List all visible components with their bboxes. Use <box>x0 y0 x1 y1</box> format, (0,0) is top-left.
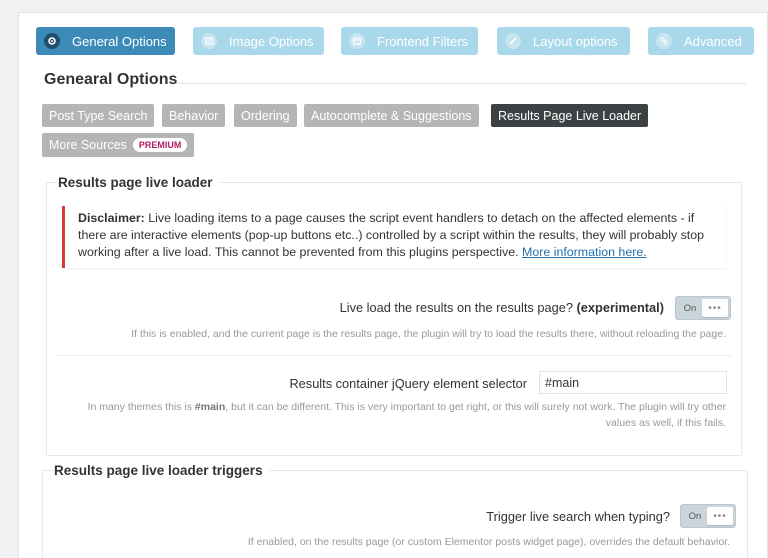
toggle-knob: ••• <box>702 299 728 317</box>
disclaimer-notice: Disclaimer: Live loading items to a page… <box>62 206 726 268</box>
tab-advanced[interactable]: Advanced <box>648 27 754 55</box>
trigger-typing-label: Trigger live search when typing? <box>486 509 670 524</box>
image-icon <box>201 33 217 49</box>
tab-label: Image Options <box>229 33 314 49</box>
filter-icon <box>349 33 365 49</box>
divider <box>56 355 732 356</box>
subtab-post-type-search[interactable]: Post Type Search <box>42 104 155 127</box>
trigger-typing-description: If enabled, on the results page (or cust… <box>247 536 730 548</box>
subtab-label: Behavior <box>169 108 219 123</box>
tab-frontend-filters[interactable]: Frontend Filters <box>341 27 478 55</box>
tab-general-options[interactable]: General Options <box>36 27 175 55</box>
tab-label: Frontend Filters <box>377 33 469 49</box>
selector-description: In many themes this is #main, but it can… <box>60 399 726 431</box>
divider <box>176 83 746 84</box>
toggle-state: On <box>688 510 702 522</box>
trigger-typing-toggle[interactable]: On ••• <box>680 504 736 528</box>
subtab-label: Results Page Live Loader <box>498 108 642 123</box>
subtab-ordering[interactable]: Ordering <box>234 104 297 127</box>
live-load-label: Live load the results on the results pag… <box>340 300 664 315</box>
disclaimer-label: Disclaimer: <box>78 211 145 225</box>
tab-label: Advanced <box>684 33 742 49</box>
subtab-label: Autocomplete & Suggestions <box>311 108 472 123</box>
subtab-results-page-live-loader[interactable]: Results Page Live Loader <box>491 104 649 127</box>
triggers-title: Results page live loader triggers <box>54 463 269 478</box>
toggle-knob: ••• <box>707 507 733 525</box>
subtab-label: More Sources <box>49 138 127 152</box>
premium-badge: PREMIUM <box>132 138 188 152</box>
subtab-label: Post Type Search <box>49 108 148 123</box>
more-information-link[interactable]: More information here. <box>522 245 647 259</box>
gear-icon <box>44 33 60 49</box>
subtab-label: Ordering <box>241 108 290 123</box>
live-load-toggle[interactable]: On ••• <box>675 296 731 320</box>
selector-input[interactable] <box>539 371 727 394</box>
subtab-more-sources[interactable]: More Sources PREMIUM <box>42 133 195 157</box>
live-load-label-text: Live load the results on the results pag… <box>339 300 577 315</box>
selector-desc-post: , but it can be different. This is very … <box>225 401 726 429</box>
selector-desc-pre: In many themes this is <box>87 401 195 413</box>
tab-label: Layout options <box>533 33 618 49</box>
live-loader-title: Results page live loader <box>58 175 219 190</box>
pencil-icon <box>505 33 521 49</box>
subtab-autocomplete-suggestions[interactable]: Autocomplete & Suggestions <box>304 104 479 127</box>
live-load-description: If this is enabled, and the current page… <box>131 328 726 340</box>
selector-desc-bold: #main <box>194 401 226 413</box>
tab-layout-options[interactable]: Layout options <box>497 27 630 55</box>
experimental-label: (experimental) <box>576 300 664 315</box>
tab-label: General Options <box>72 33 167 49</box>
tab-image-options[interactable]: Image Options <box>193 27 324 55</box>
selector-label: Results container jQuery element selecto… <box>289 376 527 391</box>
subtab-behavior[interactable]: Behavior <box>162 104 226 127</box>
advanced-icon <box>656 33 672 49</box>
toggle-state: On <box>683 302 697 314</box>
page-title: Genearal Options <box>44 71 178 88</box>
